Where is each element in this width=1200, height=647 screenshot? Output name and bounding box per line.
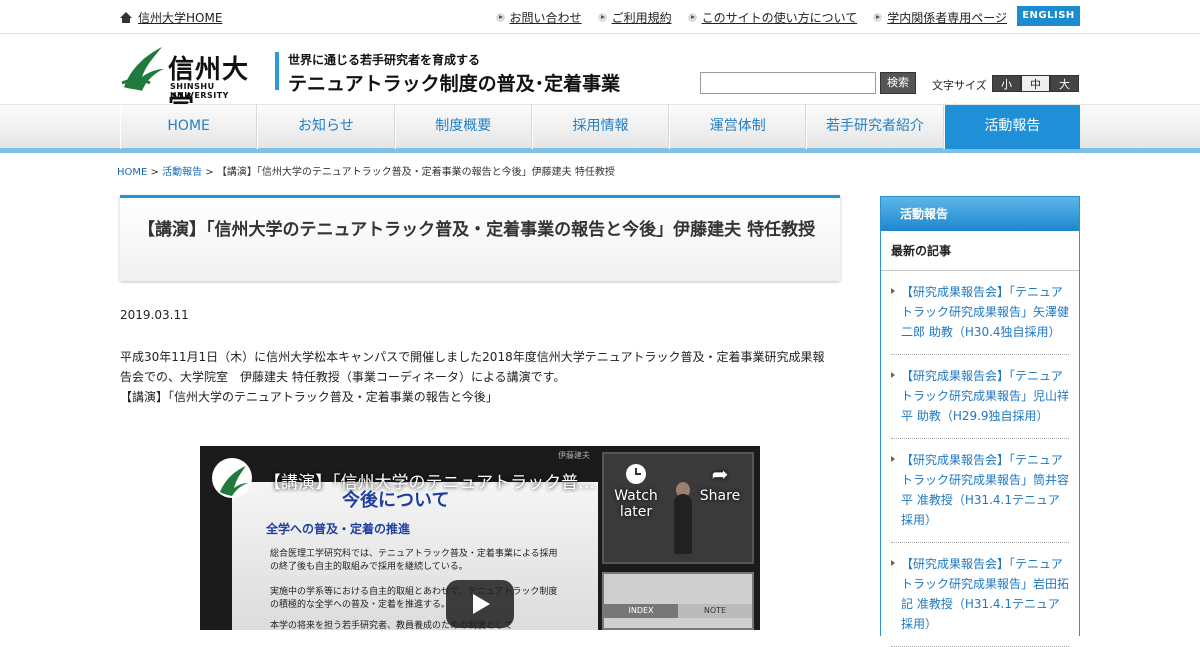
arrow-bullet-icon: [597, 13, 607, 22]
font-size-large-button[interactable]: 大: [1050, 75, 1079, 92]
nav-overview[interactable]: 制度概要: [394, 105, 532, 149]
arrow-icon: [891, 456, 895, 462]
university-logo[interactable]: 信州大学 SHINSHU UNIVERSITY: [120, 41, 270, 122]
font-size-label: 文字サイズ: [932, 79, 987, 92]
site-header: 信州大学 SHINSHU UNIVERSITY 世界に通じる若手研究者を育成する…: [0, 34, 1200, 122]
arrow-bullet-icon: [687, 13, 697, 22]
home-icon: [120, 12, 132, 23]
utility-bar: 信州大学HOME お問い合わせ ご利用規約 このサイトの使い方について 学内関係…: [0, 0, 1200, 34]
list-item: 【研究成果報告会】「テニュアトラック研究成果報告」児山祥平 助教（H29.9独自…: [891, 355, 1069, 439]
arrow-icon: [891, 288, 895, 294]
recent-article-link[interactable]: 【研究成果報告会】「テニュアトラック研究成果報告」筒井容平 准教授（H31.4.…: [901, 453, 1069, 527]
article-title-box: 【講演】「信州大学のテニュアトラック普及・定着事業の報告と今後」伊藤建夫 特任教…: [120, 195, 840, 281]
arrow-icon: [891, 560, 895, 566]
site-usage-link-label: このサイトの使い方について: [701, 11, 858, 25]
note-tab[interactable]: NOTE: [678, 604, 752, 618]
sidebar: 活動報告 最新の記事 【研究成果報告会】「テニュアトラック研究成果報告」矢澤健二…: [880, 196, 1080, 647]
recent-articles-list: 【研究成果報告会】「テニュアトラック研究成果報告」矢澤健二郎 助教（H30.4独…: [881, 271, 1079, 647]
list-item: 【研究成果報告会】「テニュアトラック研究成果報告」筒井容平 准教授（H31.4.…: [891, 439, 1069, 543]
site-usage-link[interactable]: このサイトの使い方について: [687, 9, 858, 26]
clock-icon: [626, 464, 646, 484]
video-slide-frame: 今後について 全学への普及・定着の推進 総合医理工学研究科では、テニュアトラック…: [232, 482, 598, 630]
video-player[interactable]: 今後について 全学への普及・定着の推進 総合医理工学研究科では、テニュアトラック…: [200, 446, 760, 630]
nav-activity-reports[interactable]: 活動報告: [943, 105, 1080, 149]
utility-links: お問い合わせ ご利用規約 このサイトの使い方について 学内関係者専用ページ: [495, 9, 1007, 26]
watch-later-label: Watch later: [614, 488, 658, 520]
nav-recruitment[interactable]: 採用情報: [531, 105, 670, 149]
contact-link-label: お問い合わせ: [509, 11, 582, 25]
english-button[interactable]: ENGLISH: [1017, 6, 1080, 26]
breadcrumb-current: 【講演】「信州大学のテニュアトラック普及・定着事業の報告と今後」伊藤建夫 特任教…: [216, 167, 615, 178]
article-date: 2019.03.11: [120, 308, 189, 322]
nav-home[interactable]: HOME: [120, 105, 258, 149]
list-item: 【研究成果報告会】「テニュアトラック研究成果報告」矢澤健二郎 助教（H30.4独…: [891, 271, 1069, 355]
university-home-link[interactable]: 信州大学HOME: [120, 9, 222, 26]
leaf-logo-icon: [121, 47, 164, 91]
recent-article-link[interactable]: 【研究成果報告会】「テニュアトラック研究成果報告」矢澤健二郎 助教（H30.4独…: [901, 285, 1069, 339]
arrow-icon: [891, 372, 895, 378]
breadcrumb-home-link[interactable]: HOME: [117, 167, 147, 178]
article-body: 平成30年11月1日（木）に信州大学松本キャンパスで開催しました2018年度信州…: [120, 347, 835, 407]
terms-link[interactable]: ご利用規約: [597, 9, 672, 26]
recent-article-link[interactable]: 【研究成果報告会】「テニュアトラック研究成果報告」児山祥平 助教（H29.9独自…: [901, 369, 1069, 423]
video-index-panel: INDEX NOTE: [602, 572, 754, 630]
nav-organization[interactable]: 運営体制: [669, 105, 807, 149]
list-item: 【研究成果報告会】「テニュアトラック研究成果報告」岩田拓記 准教授（H31.4.…: [891, 543, 1069, 647]
article-paragraph: 平成30年11月1日（木）に信州大学松本キャンパスで開催しました2018年度信州…: [120, 350, 825, 384]
slide-paragraph: 総合医理工学研究科では、テニュアトラック普及・定着事業による採用の終了後も自主的…: [270, 549, 558, 572]
font-size-switcher: 小 中 大: [992, 75, 1079, 92]
slide-paragraph: 本学の将来を担う若手研究者、教員養成のための制度として: [270, 621, 513, 630]
search-button[interactable]: 検索: [880, 72, 916, 94]
internal-page-link-label: 学内関係者専用ページ: [887, 11, 1007, 25]
share-button[interactable]: ➦ Share: [690, 460, 750, 504]
slide-subheading: 全学への普及・定着の推進: [266, 522, 411, 536]
nav-researchers[interactable]: 若手研究者紹介: [806, 105, 944, 149]
contact-link[interactable]: お問い合わせ: [495, 9, 582, 26]
leaf-logo-icon: [220, 466, 248, 496]
logo-english: SHINSHU UNIVERSITY: [170, 82, 229, 100]
index-tab[interactable]: INDEX: [604, 604, 678, 618]
article-title: 【講演】「信州大学のテニュアトラック普及・定着事業の報告と今後」伊藤建夫 特任教…: [138, 220, 816, 240]
arrow-bullet-icon: [495, 13, 505, 22]
breadcrumb-separator: >: [150, 167, 159, 178]
slide-paragraph: 実施中の学系等における自主的取組とあわせて、テニュアトラック制度の積極的な全学へ…: [270, 587, 558, 610]
search-input[interactable]: [700, 72, 876, 94]
font-size-small-button[interactable]: 小: [992, 75, 1021, 92]
index-tab-bar: INDEX NOTE: [604, 604, 752, 618]
play-button[interactable]: [446, 580, 514, 628]
site-title: テニュアトラック制度の普及･定着事業: [288, 73, 621, 95]
font-size-medium-button[interactable]: 中: [1021, 75, 1050, 92]
share-arrow-icon: ➦: [711, 462, 729, 486]
terms-link-label: ご利用規約: [611, 11, 672, 25]
sidebar-heading: 活動報告: [881, 197, 1079, 231]
channel-avatar[interactable]: [212, 458, 252, 498]
breadcrumb: HOME > 活動報告 > 【講演】「信州大学のテニュアトラック普及・定着事業の…: [117, 163, 615, 178]
header-tagline: 世界に通じる若手研究者を育成する: [288, 53, 481, 67]
article-lecture-title: 【講演】「信州大学のテニュアトラック普及・定着事業の報告と今後」: [120, 390, 498, 404]
share-label: Share: [699, 488, 741, 504]
nav-news[interactable]: お知らせ: [257, 105, 395, 149]
internal-page-link[interactable]: 学内関係者専用ページ: [873, 9, 1007, 26]
sidebar-subheading: 最新の記事: [881, 231, 1079, 271]
recent-article-link[interactable]: 【研究成果報告会】「テニュアトラック研究成果報告」岩田拓記 准教授（H31.4.…: [901, 557, 1069, 631]
breadcrumb-separator: >: [205, 167, 214, 178]
video-speaker-label: 伊藤建夫: [558, 451, 590, 460]
header-divider: [275, 52, 279, 90]
global-nav: HOME お知らせ 制度概要 採用情報 運営体制 若手研究者紹介 活動報告: [0, 104, 1200, 149]
arrow-bullet-icon: [873, 13, 883, 22]
watch-later-button[interactable]: Watch later: [606, 460, 666, 520]
breadcrumb-section-link[interactable]: 活動報告: [162, 167, 202, 178]
university-home-label: 信州大学HOME: [138, 11, 223, 25]
video-title[interactable]: 【講演】「信州大学のテニュアトラック普及・定着事業の報告と今後」: [264, 468, 604, 493]
